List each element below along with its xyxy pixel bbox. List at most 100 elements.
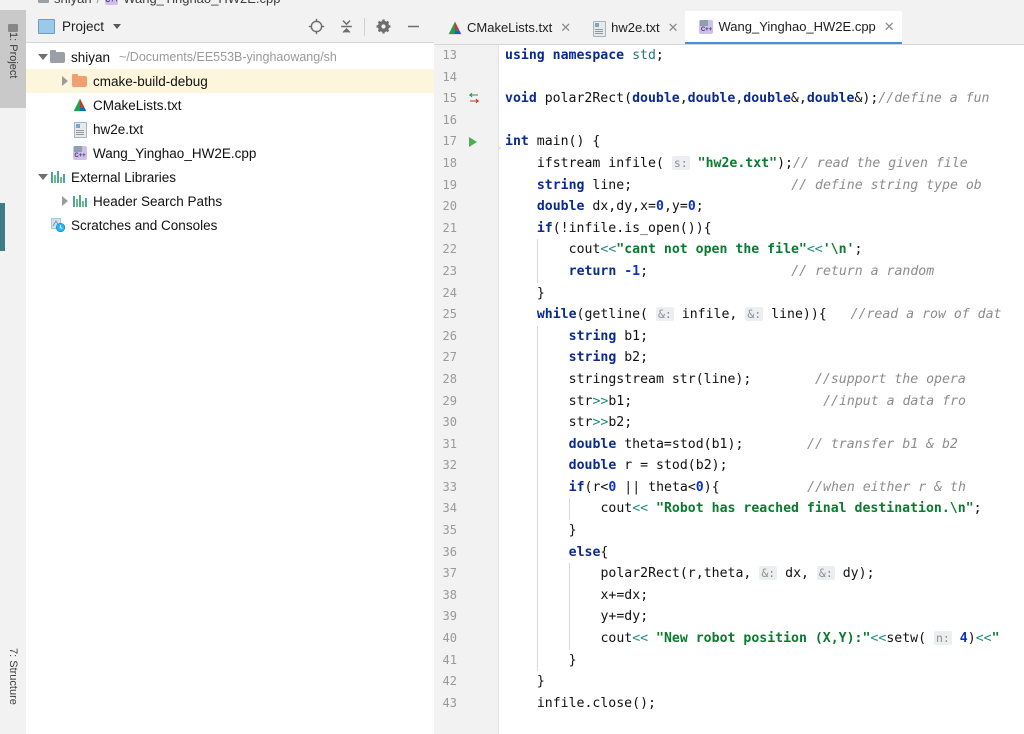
code-line[interactable]: string b2;: [499, 347, 1024, 369]
code-line[interactable]: cout<< "New robot position (X,Y):"<<setw…: [499, 628, 1024, 650]
twisty[interactable]: [36, 165, 49, 189]
code-line[interactable]: void polar2Rect(double,double,double&,do…: [499, 88, 1024, 110]
gutter-line[interactable]: 26: [434, 326, 498, 348]
gutter-line[interactable]: 19: [434, 175, 498, 197]
gutter-line[interactable]: 20: [434, 196, 498, 218]
breadcrumb-project[interactable]: shiyan: [54, 0, 92, 6]
gutter-line[interactable]: 43: [434, 693, 498, 715]
twisty[interactable]: [58, 93, 71, 117]
code-line[interactable]: cout<< "Robot has reached final destinat…: [499, 498, 1024, 521]
gutter-line[interactable]: 18: [434, 153, 498, 175]
implementation-gutter-icon[interactable]: [467, 88, 483, 110]
twisty[interactable]: [58, 189, 71, 213]
gutter-line[interactable]: 27: [434, 347, 498, 369]
code-line[interactable]: infile.close();: [499, 693, 1024, 715]
gutter-line[interactable]: 28: [434, 369, 498, 391]
code-line[interactable]: stringstream str(line); //support the op…: [499, 368, 1024, 391]
collapse-all-icon[interactable]: [331, 13, 361, 41]
code-line[interactable]: return -1; // return a random: [499, 260, 1024, 283]
tree-item-header-search-paths[interactable]: Header Search Paths: [26, 189, 434, 213]
gutter-line[interactable]: 13: [434, 45, 498, 67]
gutter-line[interactable]: 24: [434, 283, 498, 305]
code-viewport[interactable]: 13 14 15 16 17 18 19 20 21 22 23 24 25 26 27 28 29 30 31 32…: [434, 45, 1024, 734]
gutter-line[interactable]: 33: [434, 477, 498, 499]
twisty-expanded-icon[interactable]: [37, 174, 48, 180]
code-line[interactable]: x+=dx;: [499, 584, 1024, 607]
gutter-line[interactable]: 36: [434, 542, 498, 564]
gutter-line[interactable]: 35: [434, 520, 498, 542]
tree-item-wang-yinghao-hw2e-cpp[interactable]: C++ Wang_Yinghao_HW2E.cpp: [26, 141, 434, 165]
chevron-down-icon[interactable]: [113, 23, 122, 29]
tab-cmakelists-txt[interactable]: CMakeLists.txt ✕: [434, 11, 578, 44]
tree-item-cmake-build-debug[interactable]: cmake-build-debug: [26, 69, 434, 93]
twisty[interactable]: [36, 45, 49, 69]
gutter-line[interactable]: 29: [434, 391, 498, 413]
gutter-line[interactable]: 17: [434, 131, 498, 153]
code-line[interactable]: double r = stod(b2);: [499, 455, 1024, 477]
tab-wang-yinghao-hw2e-cpp[interactable]: C++ Wang_Yinghao_HW2E.cpp ✕: [685, 11, 902, 44]
gutter-line[interactable]: 14: [434, 67, 498, 89]
code-line[interactable]: string line; // define string type ob: [499, 175, 1024, 197]
twisty[interactable]: [36, 213, 49, 237]
gutter-line[interactable]: 31: [434, 434, 498, 456]
tree-item-external-libraries[interactable]: External Libraries: [26, 165, 434, 189]
tree-item-cmakelists-txt[interactable]: CMakeLists.txt: [26, 93, 434, 117]
gutter-line[interactable]: 37: [434, 563, 498, 585]
gutter-line[interactable]: 40: [434, 628, 498, 650]
run-gutter-icon[interactable]: [467, 131, 483, 153]
twisty[interactable]: [58, 141, 71, 165]
gutter-line[interactable]: 38: [434, 585, 498, 607]
gutter-line[interactable]: 32: [434, 455, 498, 477]
gear-icon[interactable]: [368, 13, 398, 41]
close-icon[interactable]: ✕: [884, 20, 895, 33]
gutter-line[interactable]: 42: [434, 671, 498, 693]
code-line[interactable]: cout<<"cant not open the file"<<'\n';: [499, 239, 1024, 261]
code-line[interactable]: [499, 110, 1024, 132]
code-line[interactable]: }: [499, 649, 1024, 672]
breadcrumb-file[interactable]: Wang_Yinghao_HW2E.cpp: [123, 0, 280, 6]
twisty[interactable]: [58, 117, 71, 141]
code-line[interactable]: }: [499, 283, 1024, 305]
code-line[interactable]: double theta=stod(b1); // transfer b1 & …: [499, 433, 1024, 456]
gutter-line[interactable]: 41: [434, 650, 498, 672]
twisty-collapsed-icon[interactable]: [61, 196, 68, 206]
code-line[interactable]: double dx,dy,x=0,y=0;: [499, 196, 1024, 218]
gutter-line[interactable]: 25: [434, 304, 498, 326]
close-icon[interactable]: ✕: [668, 21, 679, 34]
gutter-line[interactable]: 30: [434, 412, 498, 434]
tree-item-hw2e-txt[interactable]: hw2e.txt: [26, 117, 434, 141]
gutter-line[interactable]: 21: [434, 218, 498, 240]
code-line[interactable]: while(getline( &: infile, &: line)){ //r…: [499, 304, 1024, 326]
twisty[interactable]: [58, 69, 71, 93]
line-number-gutter[interactable]: 13 14 15 16 17 18 19 20 21 22 23 24 25 26 27 28 29 30 31 32…: [434, 45, 498, 734]
code-line[interactable]: int main() {: [499, 131, 1024, 153]
gutter-line[interactable]: 22: [434, 239, 498, 261]
code-line[interactable]: }: [499, 671, 1024, 693]
sidebar-item-project[interactable]: 1: Project: [0, 10, 26, 108]
gutter-line[interactable]: 15: [434, 88, 498, 110]
hide-panel-icon[interactable]: [398, 13, 428, 41]
tab-hw2e-txt[interactable]: hw2e.txt ✕: [578, 11, 685, 44]
sidebar-item-structure[interactable]: 7: Structure: [0, 642, 26, 734]
gutter-line[interactable]: 16: [434, 110, 498, 132]
code-line[interactable]: ifstream infile( s: "hw2e.txt");// read …: [499, 153, 1024, 175]
code-line[interactable]: if(!infile.is_open()){: [499, 218, 1024, 240]
code-line[interactable]: if(r<0 || theta<0){ //when either r & th: [499, 476, 1024, 499]
gutter-line[interactable]: 23: [434, 261, 498, 283]
tree-item-shiyan[interactable]: shiyan ~/Documents/EE553B-yinghaowang/sh: [26, 45, 434, 69]
gutter-line[interactable]: 34: [434, 498, 498, 520]
code-line[interactable]: string b1;: [499, 325, 1024, 348]
tree-item-scratches-and-consoles[interactable]: Scratches and Consoles: [26, 213, 434, 237]
code-line[interactable]: str>>b2;: [499, 412, 1024, 434]
code-line[interactable]: }: [499, 520, 1024, 542]
editor-tab-bar[interactable]: CMakeLists.txt ✕ hw2e.txt ✕ C++ Wang_Yinghao_…: [434, 10, 1024, 45]
twisty-collapsed-icon[interactable]: [61, 76, 68, 86]
code-line[interactable]: using namespace std;: [499, 45, 1024, 67]
code-line[interactable]: polar2Rect(r,theta, &: dx, &: dy);: [499, 563, 1024, 585]
gutter-line[interactable]: 39: [434, 606, 498, 628]
code-line[interactable]: y+=dy;: [499, 606, 1024, 629]
code-text[interactable]: using namespace std; void polar2Rect(doub…: [498, 45, 1024, 734]
twisty-expanded-icon[interactable]: [37, 54, 48, 60]
close-icon[interactable]: ✕: [560, 21, 571, 34]
project-tree[interactable]: shiyan ~/Documents/EE553B-yinghaowang/sh c…: [26, 43, 434, 237]
